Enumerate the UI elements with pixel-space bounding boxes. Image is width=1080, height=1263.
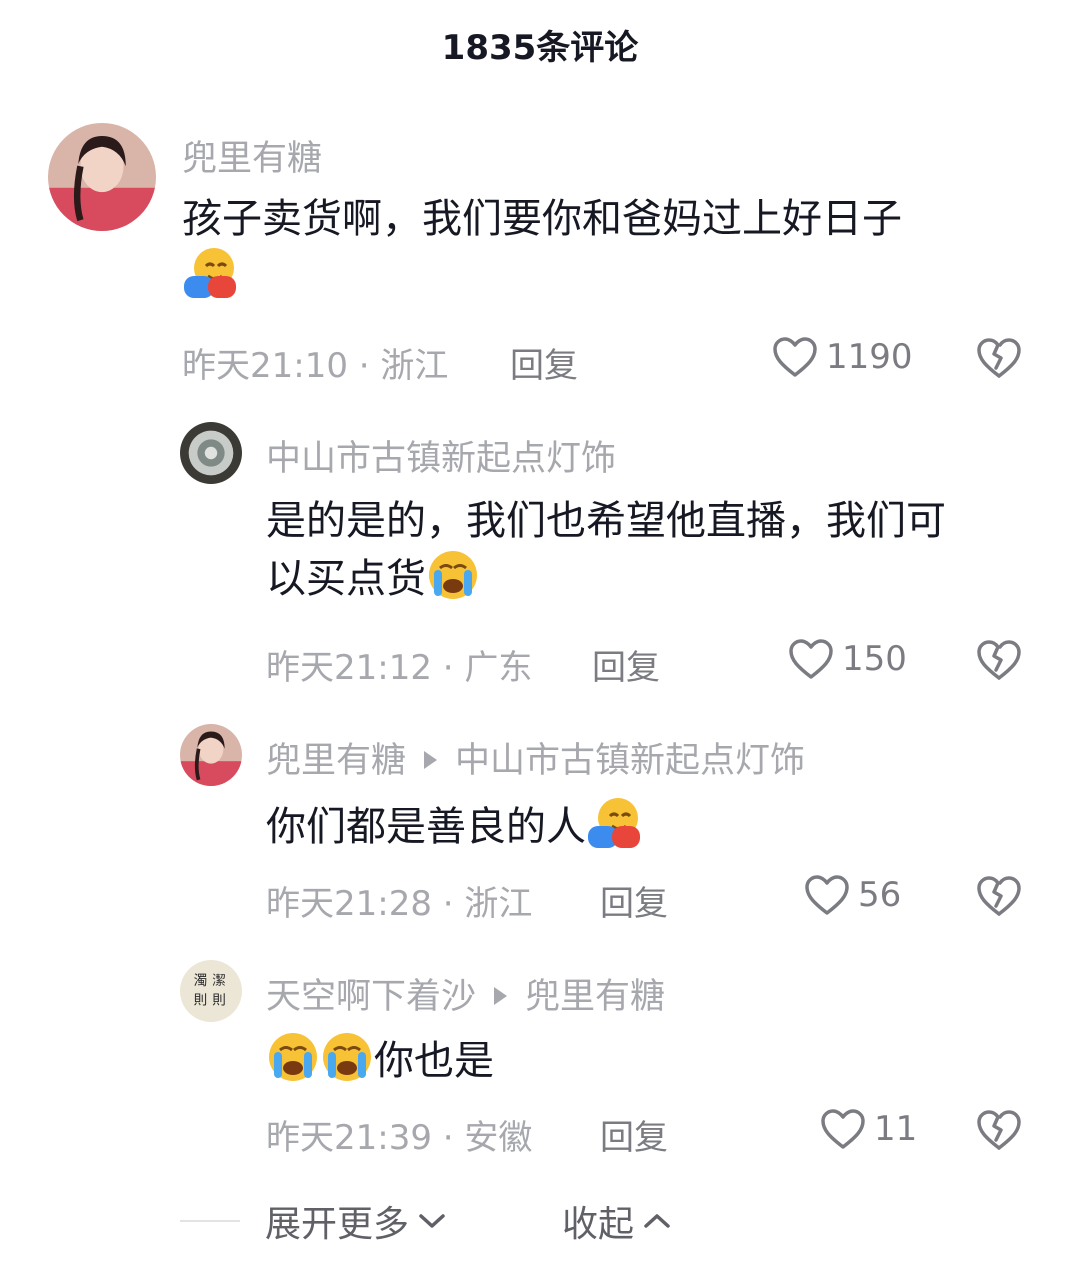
loudly-crying-face-emoji (266, 1030, 320, 1084)
avatar[interactable] (180, 724, 242, 786)
comments-header-title: 1835条评论 (441, 28, 639, 68)
reply-button[interactable]: 回复 (592, 640, 660, 689)
comment-meta: 昨天21:28 · 浙江 (266, 884, 533, 924)
comment-username[interactable]: 兜里有糖 (182, 130, 322, 181)
expand-more-button[interactable]: 展开更多 (265, 1195, 447, 1247)
comment-text: 你也是 (266, 1030, 1056, 1088)
comment-username[interactable]: 兜里有糖 中山市古镇新起点灯饰 (266, 732, 805, 783)
comment-meta: 昨天21:12 · 广东 (266, 648, 533, 688)
chevron-down-icon (419, 1214, 445, 1228)
comment-text: 是的是的，我们也希望他直播，我们可 以买点货 (266, 494, 1056, 606)
reply-target[interactable]: 兜里有糖 (525, 977, 665, 1017)
like-count: 150 (842, 639, 907, 679)
footer-divider (180, 1220, 240, 1222)
reply-button[interactable]: 回复 (510, 338, 578, 387)
comment-text-line: 以买点货 (266, 556, 426, 602)
like-button[interactable]: 150 (788, 638, 907, 680)
heart-outline-icon (773, 337, 817, 377)
hugging-face-emoji (182, 246, 236, 300)
comment-text-line: 是的是的，我们也希望他直播，我们可 (266, 498, 946, 544)
broken-heart-icon (977, 1110, 1021, 1150)
heart-outline-icon (805, 875, 849, 915)
like-button[interactable]: 1190 (772, 336, 913, 378)
comment-username[interactable]: 天空啊下着沙 兜里有糖 (266, 968, 665, 1019)
dislike-button[interactable] (976, 1108, 1022, 1152)
reply-button[interactable]: 回复 (600, 1110, 668, 1159)
comment-username[interactable]: 中山市古镇新起点灯饰 (266, 430, 616, 481)
like-count: 11 (874, 1109, 918, 1149)
reply-arrow-icon (494, 987, 508, 1005)
dislike-button[interactable] (976, 874, 1022, 918)
comment-text-content: 你也是 (374, 1038, 494, 1084)
broken-heart-icon (977, 640, 1021, 680)
dislike-button[interactable] (976, 336, 1022, 380)
comment-text-content: 孩子卖货啊，我们要你和爸妈过上好日子 (182, 196, 902, 242)
collapse-button[interactable]: 收起 (562, 1195, 672, 1247)
like-button[interactable]: 11 (820, 1108, 917, 1150)
svg-text:濁: 濁 (194, 973, 208, 989)
svg-text:潔: 潔 (212, 973, 226, 989)
expand-more-label: 展开更多 (265, 1204, 410, 1245)
heart-outline-icon (789, 639, 833, 679)
loudly-crying-face-emoji (426, 548, 480, 602)
like-count: 1190 (826, 337, 913, 377)
comment-meta: 昨天21:39 · 安徽 (266, 1118, 533, 1158)
loudly-crying-face-emoji (320, 1030, 374, 1084)
replies-footer: 展开更多 收起 (0, 1195, 1080, 1245)
heart-outline-icon (821, 1109, 865, 1149)
like-button[interactable]: 56 (804, 874, 901, 916)
like-count: 56 (858, 875, 902, 915)
comment-text: 孩子卖货啊，我们要你和爸妈过上好日子 (182, 192, 1022, 304)
dislike-button[interactable] (976, 638, 1022, 682)
svg-text:則: 則 (212, 993, 226, 1009)
broken-heart-icon (977, 338, 1021, 378)
reply-author[interactable]: 兜里有糖 (266, 741, 406, 781)
avatar[interactable] (48, 123, 156, 231)
collapse-label: 收起 (562, 1204, 635, 1245)
chevron-up-icon (644, 1214, 670, 1228)
comment-meta: 昨天21:10 · 浙江 (182, 346, 449, 386)
hugging-face-emoji (586, 796, 640, 850)
svg-text:則: 則 (194, 993, 208, 1009)
reply-target[interactable]: 中山市古镇新起点灯饰 (455, 741, 805, 781)
reply-button[interactable]: 回复 (600, 876, 668, 925)
reply-author[interactable]: 天空啊下着沙 (266, 977, 476, 1017)
comment-text-content: 你们都是善良的人 (266, 804, 586, 850)
broken-heart-icon (977, 876, 1021, 916)
comment-text: 你们都是善良的人 (266, 796, 1056, 854)
avatar[interactable]: 濁 潔 則 則 (180, 960, 242, 1022)
reply-arrow-icon (424, 751, 438, 769)
avatar[interactable] (180, 422, 242, 484)
